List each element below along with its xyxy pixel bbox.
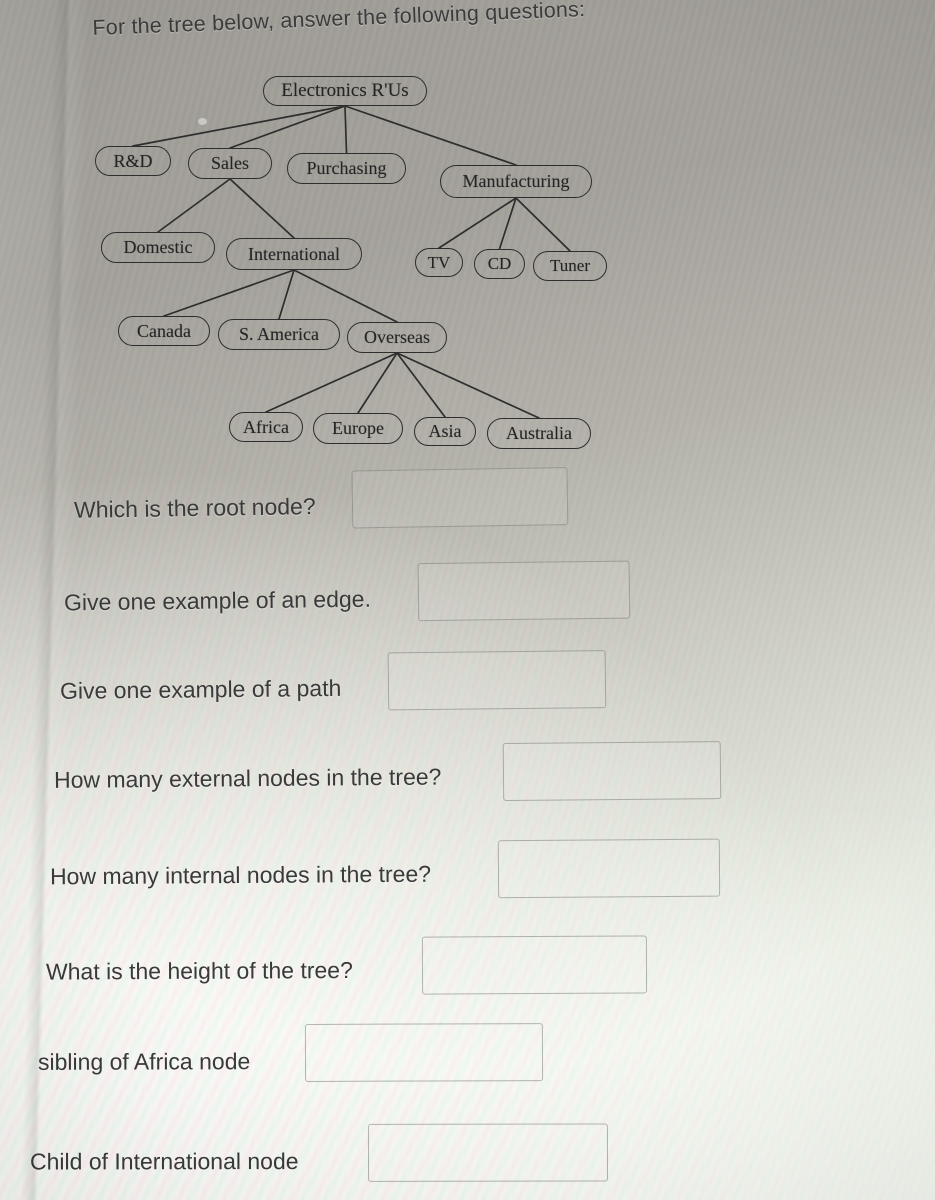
tree-diagram: Electronics R'Us R&D Sales Purchasing Manufa… <box>0 60 700 470</box>
question-row-international-child: Child of International node <box>29 1123 608 1190</box>
question-label-tree-height: What is the height of the tree? <box>45 956 353 985</box>
answer-input-tree-height[interactable] <box>421 935 647 995</box>
question-row-root-node: Which is the root node? <box>73 467 568 539</box>
tree-node-asia: Asia <box>414 417 476 446</box>
tree-node-root: Electronics R'Us <box>263 76 427 106</box>
tree-node-tv: TV <box>415 248 463 277</box>
question-label-international-child: Child of International node <box>29 1147 299 1175</box>
tree-edge-international-overseas <box>293 269 398 323</box>
question-label-edge-example: Give one example of an edge. <box>63 585 372 615</box>
tree-node-purchasing: Purchasing <box>287 153 406 184</box>
tree-edge-root-rd <box>132 105 346 147</box>
tree-edge-sales-domestic <box>157 178 231 233</box>
tree-edge-manufacturing-tuner <box>515 197 571 252</box>
tree-node-africa: Africa <box>229 412 303 442</box>
tree-node-canada: Canada <box>118 316 210 346</box>
tree-edge-root-sales <box>229 105 346 149</box>
question-row-path-example: Give one example of a path <box>59 650 606 720</box>
answer-input-edge-example[interactable] <box>417 560 630 622</box>
question-row-tree-height: What is the height of the tree? <box>45 935 647 1000</box>
tree-node-international: International <box>226 238 362 270</box>
tree-edge-sales-international <box>229 178 295 239</box>
tree-edge-root-purchasing <box>344 105 348 154</box>
question-row-internal-nodes: How many internal nodes in the tree? <box>49 838 720 906</box>
answer-input-root-node[interactable] <box>351 467 568 529</box>
question-label-root-node: Which is the root node? <box>73 492 316 523</box>
tree-node-cd: CD <box>474 249 525 279</box>
question-label-africa-sibling: sibling of Africa node <box>37 1047 251 1075</box>
tree-node-manufacturing: Manufacturing <box>440 165 592 198</box>
answer-input-international-child[interactable] <box>367 1123 608 1182</box>
question-row-africa-sibling: sibling of Africa node <box>37 1023 543 1091</box>
tree-edge-international-samerica <box>278 269 295 320</box>
question-label-external-nodes: How many external nodes in the tree? <box>53 763 442 793</box>
tree-edge-manufacturing-tv <box>438 197 517 249</box>
tree-node-samerica: S. America <box>218 319 340 350</box>
tree-node-sales: Sales <box>188 148 272 179</box>
answer-input-path-example[interactable] <box>387 650 606 711</box>
answer-input-africa-sibling[interactable] <box>304 1023 543 1082</box>
question-row-edge-example: Give one example of an edge. <box>63 560 630 632</box>
tree-edge-overseas-asia <box>396 352 446 418</box>
tree-node-overseas: Overseas <box>347 322 447 353</box>
tree-edge-manufacturing-cd <box>498 197 517 250</box>
question-label-path-example: Give one example of a path <box>59 674 342 704</box>
tree-edge-international-canada <box>163 269 295 317</box>
question-row-external-nodes: How many external nodes in the tree? <box>53 741 721 809</box>
answer-input-external-nodes[interactable] <box>502 741 721 801</box>
question-label-internal-nodes: How many internal nodes in the tree? <box>49 860 432 889</box>
tree-node-europe: Europe <box>313 413 403 444</box>
tree-edge-overseas-australia <box>396 352 540 419</box>
answer-input-internal-nodes[interactable] <box>497 838 720 899</box>
tree-node-tuner: Tuner <box>533 251 607 281</box>
speck-artifact <box>198 118 207 125</box>
tree-node-rd: R&D <box>95 146 171 176</box>
tree-node-australia: Australia <box>487 418 591 449</box>
tree-node-domestic: Domestic <box>101 232 215 263</box>
